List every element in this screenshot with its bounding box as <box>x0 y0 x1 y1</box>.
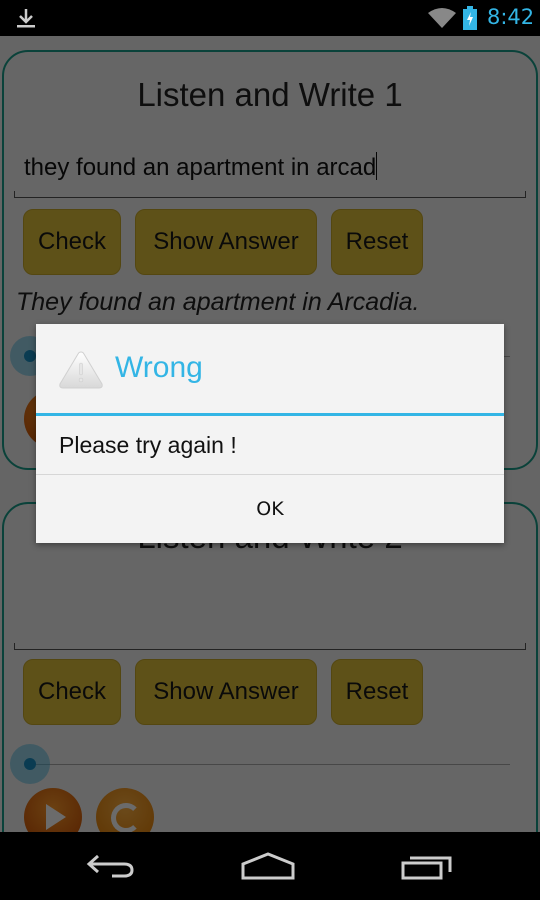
wifi-icon <box>428 8 456 28</box>
dialog-header: Wrong <box>36 324 504 416</box>
alert-dialog: Wrong Please try again ! OK <box>36 324 504 543</box>
warning-icon <box>59 351 103 389</box>
recent-apps-icon[interactable] <box>400 852 454 882</box>
clock: 8:42 <box>487 5 535 29</box>
navigation-bar <box>0 832 540 900</box>
dialog-message: Please try again ! <box>59 432 237 458</box>
home-icon[interactable] <box>240 852 296 882</box>
download-icon <box>17 9 35 28</box>
battery-charging-icon <box>463 6 477 30</box>
back-icon[interactable] <box>86 852 136 882</box>
status-bar: 8:42 <box>0 0 540 36</box>
dialog-title: Wrong <box>115 351 203 384</box>
ok-button[interactable]: OK <box>36 475 504 543</box>
